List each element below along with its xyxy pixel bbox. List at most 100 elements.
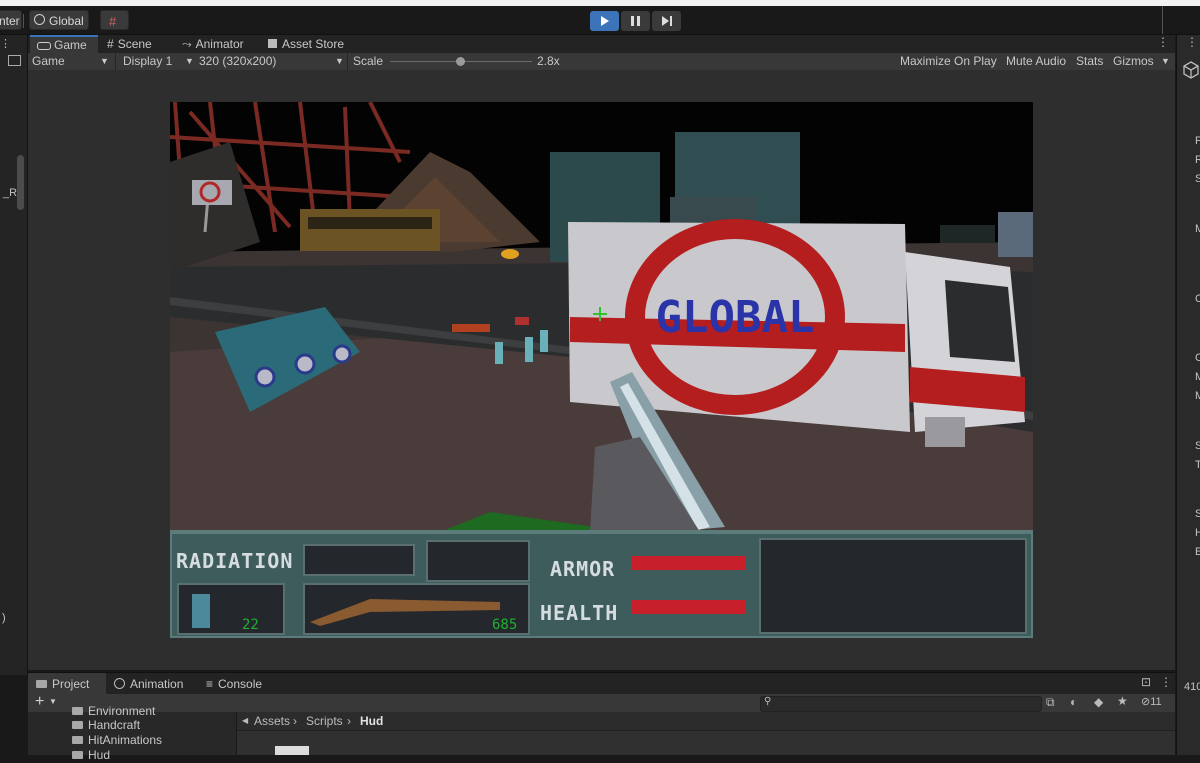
display-dropdown[interactable]: Display 1 ▼ xyxy=(123,53,194,70)
main-toolbar: nter Global # xyxy=(0,6,1200,35)
tree-item[interactable]: Handcraft xyxy=(72,718,140,733)
center-button[interactable]: nter xyxy=(0,10,22,30)
divider xyxy=(115,53,116,70)
project-search-input[interactable]: ⚲ xyxy=(760,696,1042,712)
distant-bus xyxy=(998,212,1033,257)
stats-toggle[interactable]: Stats xyxy=(1076,53,1103,70)
resolution-dropdown[interactable]: 320 (320x200) ▼ xyxy=(199,53,344,70)
tab-label: Console xyxy=(218,677,263,691)
lock-icon[interactable]: ⊡ xyxy=(1141,675,1151,689)
chevron-right-icon: › xyxy=(293,714,297,728)
pause-icon xyxy=(631,16,640,26)
pause-button[interactable] xyxy=(621,11,650,31)
collapse-arrow-icon[interactable]: ◀ xyxy=(242,712,248,730)
scale-slider-thumb[interactable] xyxy=(455,57,465,66)
display-label: Display 1 xyxy=(123,54,173,68)
dropdown-arrow-icon[interactable]: ▼ xyxy=(1161,53,1170,70)
label-filter-icon[interactable]: ◆ xyxy=(1094,695,1103,709)
scale-label: Scale xyxy=(353,54,384,68)
game-view-toolbar: Game ▼ Display 1 ▼ 320 (320x200) ▼ Scale… xyxy=(28,53,1175,71)
bus-windows xyxy=(308,217,432,229)
global-label: Global xyxy=(49,14,84,28)
breadcrumb-item[interactable]: Scripts xyxy=(306,712,343,730)
project-folder-tree: Environment Handcraft HitAnimations Hud xyxy=(28,704,236,762)
step-button[interactable] xyxy=(652,11,681,31)
inspector-panel: ⋮ PRSMCCMMSTSHE 410 xyxy=(1176,35,1200,755)
inspector-field-label: P xyxy=(1195,135,1200,147)
tab-animation[interactable]: Animation xyxy=(114,673,183,695)
game-screen[interactable]: GLOBAL RADIATION ARMOR HEALTH 22 685 xyxy=(170,102,1033,638)
type-filter-icon[interactable]: ◐ xyxy=(1070,695,1077,709)
console-icon: ≡ xyxy=(206,677,214,691)
divider xyxy=(23,14,24,28)
search-filter-icon[interactable] xyxy=(8,55,21,66)
more-menu-icon[interactable]: ⋮ xyxy=(1160,675,1172,689)
divider xyxy=(1162,6,1163,34)
inspector-field-label: H xyxy=(1195,527,1200,539)
tree-item-label: Handcraft xyxy=(88,718,141,732)
more-menu-icon[interactable]: ⋮ xyxy=(1157,35,1169,49)
global-button[interactable]: Global xyxy=(29,10,89,30)
tree-item-label: Environment xyxy=(88,704,156,718)
grenade-count: 22 xyxy=(242,617,259,633)
folder-icon xyxy=(72,706,83,715)
folder-icon xyxy=(72,735,83,744)
hidden-packages-toggle[interactable]: ⊘11 xyxy=(1141,695,1162,708)
chevron-right-icon: › xyxy=(347,714,351,728)
tab-label: Animation xyxy=(130,677,184,691)
dropdown-arrow-icon: ▼ xyxy=(335,56,344,66)
grenade-icon xyxy=(192,594,210,628)
breadcrumb-item[interactable]: Assets xyxy=(254,712,290,730)
maximize-on-play-toggle[interactable]: Maximize On Play xyxy=(900,53,997,70)
tree-item[interactable]: Hud xyxy=(72,748,110,763)
dropdown-arrow-icon[interactable]: ▼ xyxy=(49,697,57,706)
radiation-label: RADIATION xyxy=(176,549,293,573)
lock-icon[interactable]: ⋮ xyxy=(0,37,11,50)
tab-label: Animator xyxy=(195,37,244,51)
play-button[interactable] xyxy=(590,11,619,31)
view-mode-dropdown[interactable]: Game ▼ xyxy=(32,53,109,70)
radiation-box-2 xyxy=(426,540,530,582)
more-menu-icon[interactable]: ⋮ xyxy=(1186,35,1198,49)
crate-logo xyxy=(294,353,316,375)
hidden-count: 11 xyxy=(1150,696,1162,708)
dropdown-arrow-icon: ▼ xyxy=(100,56,109,66)
inspector-field-label: M xyxy=(1195,371,1200,383)
breadcrumb: ◀ Assets › Scripts › Hud xyxy=(237,712,1175,731)
favorite-icon[interactable]: ★ xyxy=(1117,694,1128,708)
hierarchy-scrollbar[interactable] xyxy=(17,155,24,210)
tab-game[interactable]: Game xyxy=(30,35,98,53)
tab-scene[interactable]: # Scene xyxy=(107,35,152,53)
gizmos-toggle[interactable]: Gizmos xyxy=(1113,53,1154,70)
breadcrumb-item[interactable]: Hud xyxy=(360,712,383,730)
inspector-field-label: E xyxy=(1195,546,1200,558)
inspector-field-label: S xyxy=(1195,508,1200,520)
tree-item[interactable]: HitAnimations xyxy=(72,733,162,748)
file-thumbnail[interactable] xyxy=(275,746,309,755)
grid-icon: # xyxy=(107,37,114,51)
tab-label: Scene xyxy=(117,37,152,51)
health-label: HEALTH xyxy=(540,601,618,625)
armor-label: ARMOR xyxy=(550,557,615,581)
inspector-value: 410 xyxy=(1184,681,1200,693)
inspector-field-label: T xyxy=(1195,459,1200,471)
add-button[interactable]: + xyxy=(35,693,44,711)
tab-console[interactable]: ≡ Console xyxy=(206,673,262,695)
distant-car xyxy=(940,225,995,243)
tab-asset-store[interactable]: Asset Store xyxy=(268,35,344,53)
tree-item[interactable]: Environment xyxy=(72,704,155,719)
radiation-box-1 xyxy=(303,544,415,576)
tab-animator[interactable]: ⤳ Animator xyxy=(182,35,244,53)
scale-value: 2.8x xyxy=(537,54,560,68)
inspector-field-label: C xyxy=(1195,293,1200,305)
mute-audio-toggle[interactable]: Mute Audio xyxy=(1006,53,1066,70)
filter-icon[interactable]: ⧉ xyxy=(1046,695,1055,710)
view-mode-label: Game xyxy=(32,54,65,68)
folder-icon xyxy=(72,720,83,729)
armor-bar xyxy=(632,556,745,570)
health-bar xyxy=(632,600,745,614)
center-label: nter xyxy=(0,14,20,28)
tab-project[interactable]: Project xyxy=(28,673,106,695)
tree-item-label: HitAnimations xyxy=(88,733,163,747)
git-button[interactable]: # xyxy=(100,10,129,30)
